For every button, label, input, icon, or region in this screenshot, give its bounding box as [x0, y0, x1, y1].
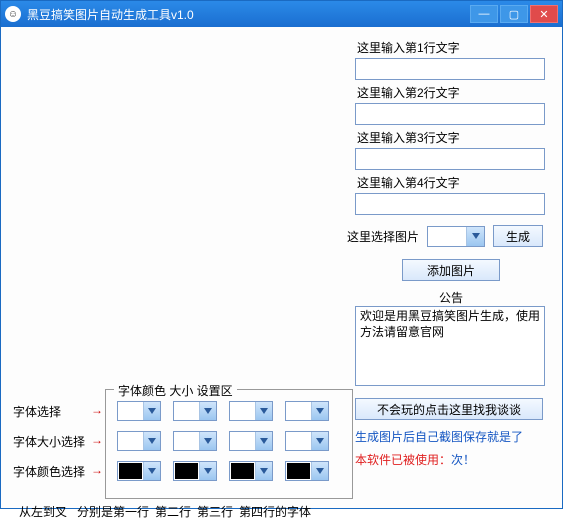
- font-color-col1[interactable]: [117, 461, 161, 481]
- chevron-down-icon: [143, 462, 160, 480]
- minimize-button[interactable]: —: [470, 5, 498, 23]
- notice-body: 欢迎是用黑豆搞笑图片生成，使用方法请留意官网: [355, 306, 545, 386]
- footer-c4: 第四行的字体: [239, 503, 311, 520]
- line3-input[interactable]: [355, 148, 545, 170]
- generate-button[interactable]: 生成: [493, 225, 543, 247]
- line3-label: 这里输入第3行文字: [357, 129, 551, 146]
- window-title: 黑豆搞笑图片自动生成工具v1.0: [27, 6, 470, 23]
- font-select-col2[interactable]: [173, 401, 217, 421]
- add-image-row: 添加图片: [351, 259, 551, 281]
- chevron-down-icon: [143, 402, 160, 420]
- screenshot-tip: 生成图片后自己截图保存就是了: [355, 428, 551, 445]
- font-select-col3[interactable]: [229, 401, 273, 421]
- chevron-down-icon: [199, 402, 216, 420]
- footer-labels: 从左到叉 分别是第一行 第二行 第三行 第四行的字体: [19, 503, 311, 520]
- notice-title: 公告: [351, 289, 551, 306]
- image-select-label: 这里选择图片: [347, 228, 419, 245]
- font-size-col3[interactable]: [229, 431, 273, 451]
- line2-label: 这里输入第2行文字: [357, 84, 551, 101]
- font-color-col2[interactable]: [173, 461, 217, 481]
- image-select-row: 这里选择图片 生成: [347, 225, 551, 247]
- footer-c2: 第二行: [155, 503, 191, 520]
- help-row: 不会玩的点击这里找我谈谈: [355, 398, 551, 420]
- usage-prefix: 本软件已被使用：: [355, 453, 451, 467]
- arrow-icon-3: →: [91, 463, 103, 477]
- font-color-label: 字体颜色选择: [13, 463, 85, 480]
- chevron-down-icon: [255, 462, 272, 480]
- arrow-icon-2: →: [91, 433, 103, 447]
- footer-left: 从左到叉: [19, 503, 71, 520]
- chevron-down-icon: [199, 432, 216, 450]
- line2-input[interactable]: [355, 103, 545, 125]
- font-size-col2[interactable]: [173, 431, 217, 451]
- font-size-label: 字体大小选择: [13, 433, 85, 450]
- font-color-row: [117, 461, 329, 481]
- titlebar: ☺ 黑豆搞笑图片自动生成工具v1.0 — ▢ ✕: [1, 1, 562, 27]
- chevron-down-icon: [311, 432, 328, 450]
- window-controls: — ▢ ✕: [470, 5, 558, 23]
- font-size-row: [117, 431, 329, 451]
- fieldset-legend: 字体颜色 大小 设置区: [114, 382, 237, 399]
- app-icon: ☺: [5, 6, 21, 22]
- chevron-down-icon: [143, 432, 160, 450]
- chevron-down-icon: [311, 402, 328, 420]
- client-area: 这里输入第1行文字 这里输入第2行文字 这里输入第3行文字 这里输入第4行文字 …: [1, 27, 562, 508]
- arrow-icon-1: →: [91, 403, 103, 417]
- font-size-col1[interactable]: [117, 431, 161, 451]
- help-button[interactable]: 不会玩的点击这里找我谈谈: [355, 398, 543, 420]
- font-select-col4[interactable]: [285, 401, 329, 421]
- right-panel: 这里输入第1行文字 这里输入第2行文字 这里输入第3行文字 这里输入第4行文字 …: [351, 35, 551, 468]
- chevron-down-icon: [311, 462, 328, 480]
- chevron-down-icon: [199, 462, 216, 480]
- maximize-button[interactable]: ▢: [500, 5, 528, 23]
- font-color-col4[interactable]: [285, 461, 329, 481]
- usage-row: 本软件已被使用：次！: [355, 451, 551, 468]
- line1-label: 这里输入第1行文字: [357, 39, 551, 56]
- chevron-down-icon: [255, 402, 272, 420]
- chevron-down-icon: [466, 227, 484, 246]
- chevron-down-icon: [255, 432, 272, 450]
- line1-input[interactable]: [355, 58, 545, 80]
- image-select-combo[interactable]: [427, 226, 485, 247]
- font-size-col4[interactable]: [285, 431, 329, 451]
- font-select-row: [117, 401, 329, 421]
- font-select-col1[interactable]: [117, 401, 161, 421]
- close-button[interactable]: ✕: [530, 5, 558, 23]
- footer-c1: 分别是第一行: [77, 503, 149, 520]
- line4-label: 这里输入第4行文字: [357, 174, 551, 191]
- add-image-button[interactable]: 添加图片: [402, 259, 500, 281]
- footer-c3: 第三行: [197, 503, 233, 520]
- line4-input[interactable]: [355, 193, 545, 215]
- font-color-col3[interactable]: [229, 461, 273, 481]
- font-select-label: 字体选择: [13, 403, 61, 420]
- app-window: ☺ 黑豆搞笑图片自动生成工具v1.0 — ▢ ✕ 这里输入第1行文字 这里输入第…: [0, 0, 563, 509]
- usage-suffix: 次！: [451, 453, 475, 467]
